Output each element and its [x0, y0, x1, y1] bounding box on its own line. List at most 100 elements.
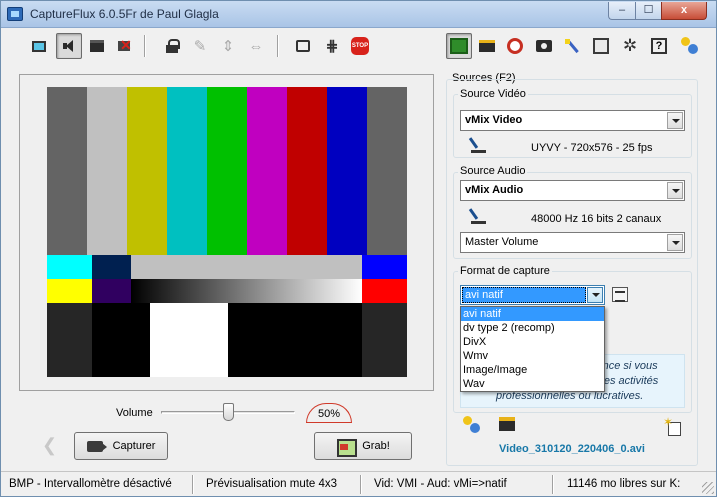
test-pattern-preview[interactable] — [47, 87, 407, 377]
capture-button[interactable]: Capturer — [74, 432, 168, 460]
resize-horizontal-button[interactable]: ⇔ — [243, 33, 269, 59]
computer-button[interactable] — [84, 33, 110, 59]
toolbar-separator — [144, 35, 146, 57]
help-button[interactable]: ? — [646, 33, 672, 59]
audio-source-label: Source Audio — [458, 165, 528, 177]
monitor-button[interactable] — [26, 33, 52, 59]
output-filename[interactable]: Video_310120_220406_0.avi — [499, 443, 645, 455]
grab-button[interactable]: Grab! — [314, 432, 412, 460]
test-bar — [362, 279, 407, 303]
test-gradient-bar — [131, 279, 362, 303]
format-option[interactable]: DivX — [461, 335, 604, 349]
film-icon — [450, 38, 468, 54]
lock-icon — [166, 39, 180, 53]
preferences-icon — [593, 38, 609, 54]
test-bar — [167, 87, 207, 255]
format-settings-icon[interactable] — [612, 287, 628, 302]
minimize-button[interactable]: – — [608, 2, 635, 20]
chevron-down-icon[interactable] — [587, 287, 603, 303]
camera-icon — [536, 40, 552, 52]
gear-icon: ✲ — [622, 36, 638, 55]
new-file-icon[interactable] — [663, 415, 681, 436]
test-bar — [87, 87, 127, 255]
computer-disabled-button[interactable] — [112, 33, 138, 59]
test-bar — [362, 303, 407, 377]
video-source-value: vMix Video — [465, 114, 523, 126]
capture-format-select[interactable]: avi natif — [460, 285, 605, 305]
audio-source-select[interactable]: vMix Audio — [460, 180, 685, 201]
resize-grip[interactable] — [702, 482, 714, 494]
audio-volume-select[interactable]: Master Volume — [460, 232, 685, 253]
format-option[interactable]: dv type 2 (recomp) — [461, 321, 604, 335]
chevron-down-icon[interactable] — [667, 234, 683, 251]
film-button[interactable] — [446, 33, 472, 59]
chevron-down-icon[interactable] — [667, 112, 683, 129]
help-icon: ? — [651, 38, 667, 54]
chat-icon — [296, 40, 310, 52]
test-bar — [367, 87, 407, 255]
satellite-button[interactable]: ✎ — [187, 33, 213, 59]
app-window: CaptureFlux 6.0.5Fr de Paul Glagla – ☐ x… — [0, 0, 717, 497]
alarm-clock-button[interactable] — [502, 33, 528, 59]
close-button[interactable]: x — [661, 2, 707, 20]
audio-properties-icon[interactable] — [471, 208, 487, 224]
test-bar — [131, 255, 362, 279]
resize-horizontal-icon: ⇔ — [248, 37, 264, 55]
app-icon[interactable] — [7, 7, 23, 21]
test-bar — [47, 279, 92, 303]
capture-format-label: Format de capture — [458, 265, 552, 277]
truck-icon — [479, 40, 495, 52]
magic-wand-icon — [564, 38, 580, 54]
format-option[interactable]: Wmv — [461, 349, 604, 363]
maximize-button[interactable]: ☐ — [635, 2, 661, 20]
chevron-down-icon[interactable] — [667, 182, 683, 199]
capture-button-label: Capturer — [112, 440, 156, 452]
video-source-select[interactable]: vMix Video — [460, 110, 685, 131]
truck-button[interactable] — [474, 33, 500, 59]
grab-image-icon — [336, 438, 358, 457]
volume-slider-thumb[interactable] — [223, 403, 234, 421]
keys-icon — [681, 37, 699, 55]
video-source-label: Source Vidéo — [458, 88, 528, 100]
grid-icon: ⋕ — [325, 38, 339, 55]
resize-vertical-button[interactable]: ⇕ — [215, 33, 241, 59]
grid-button[interactable]: ⋕ — [319, 33, 345, 59]
capture-format-dropdown[interactable]: avi natif dv type 2 (recomp) DivX Wmv Im… — [460, 306, 605, 392]
window-title: CaptureFlux 6.0.5Fr de Paul Glagla — [30, 7, 219, 21]
audio-volume-value: Master Volume — [465, 236, 539, 248]
keys-button[interactable] — [677, 33, 703, 59]
satellite-icon: ✎ — [193, 38, 207, 55]
test-bar — [47, 255, 92, 279]
test-bar — [247, 87, 287, 255]
video-properties-icon[interactable] — [471, 137, 487, 153]
test-bar — [228, 303, 362, 377]
status-free-space: 11146 mo libres sur K: — [567, 478, 681, 490]
video-format-info: UYVY - 720x576 - 25 fps — [531, 142, 653, 154]
format-option[interactable]: Image/Image — [461, 363, 604, 377]
previous-arrow-icon[interactable]: ❮ — [42, 435, 57, 456]
test-bar — [92, 303, 150, 377]
camera-button[interactable] — [531, 33, 557, 59]
magic-wand-button[interactable] — [559, 33, 585, 59]
stop-icon: STOP — [351, 37, 369, 55]
video-camera-icon — [86, 438, 107, 454]
resize-vertical-icon: ⇕ — [221, 38, 235, 55]
audio-preview-button[interactable] — [56, 33, 82, 59]
stop-button[interactable]: STOP — [347, 33, 373, 59]
wizard-icon[interactable] — [463, 416, 481, 434]
audio-format-info: 48000 Hz 16 bits 2 canaux — [531, 213, 662, 225]
test-bar — [92, 255, 131, 279]
volume-label: Volume — [116, 407, 153, 419]
chat-button[interactable] — [290, 33, 316, 59]
format-option[interactable]: avi natif — [461, 307, 604, 321]
gear-button[interactable]: ✲ — [617, 33, 643, 59]
test-bar — [327, 87, 367, 255]
title-bar[interactable]: CaptureFlux 6.0.5Fr de Paul Glagla – ☐ x — [1, 1, 716, 28]
test-bar — [150, 303, 228, 377]
status-preview: Prévisualisation mute 4x3 — [206, 478, 338, 490]
truck-icon[interactable] — [499, 417, 515, 431]
format-option[interactable]: Wav — [461, 377, 604, 391]
preferences-button[interactable] — [588, 33, 614, 59]
lock-button[interactable] — [159, 33, 185, 59]
volume-readout: 50% — [306, 403, 352, 423]
